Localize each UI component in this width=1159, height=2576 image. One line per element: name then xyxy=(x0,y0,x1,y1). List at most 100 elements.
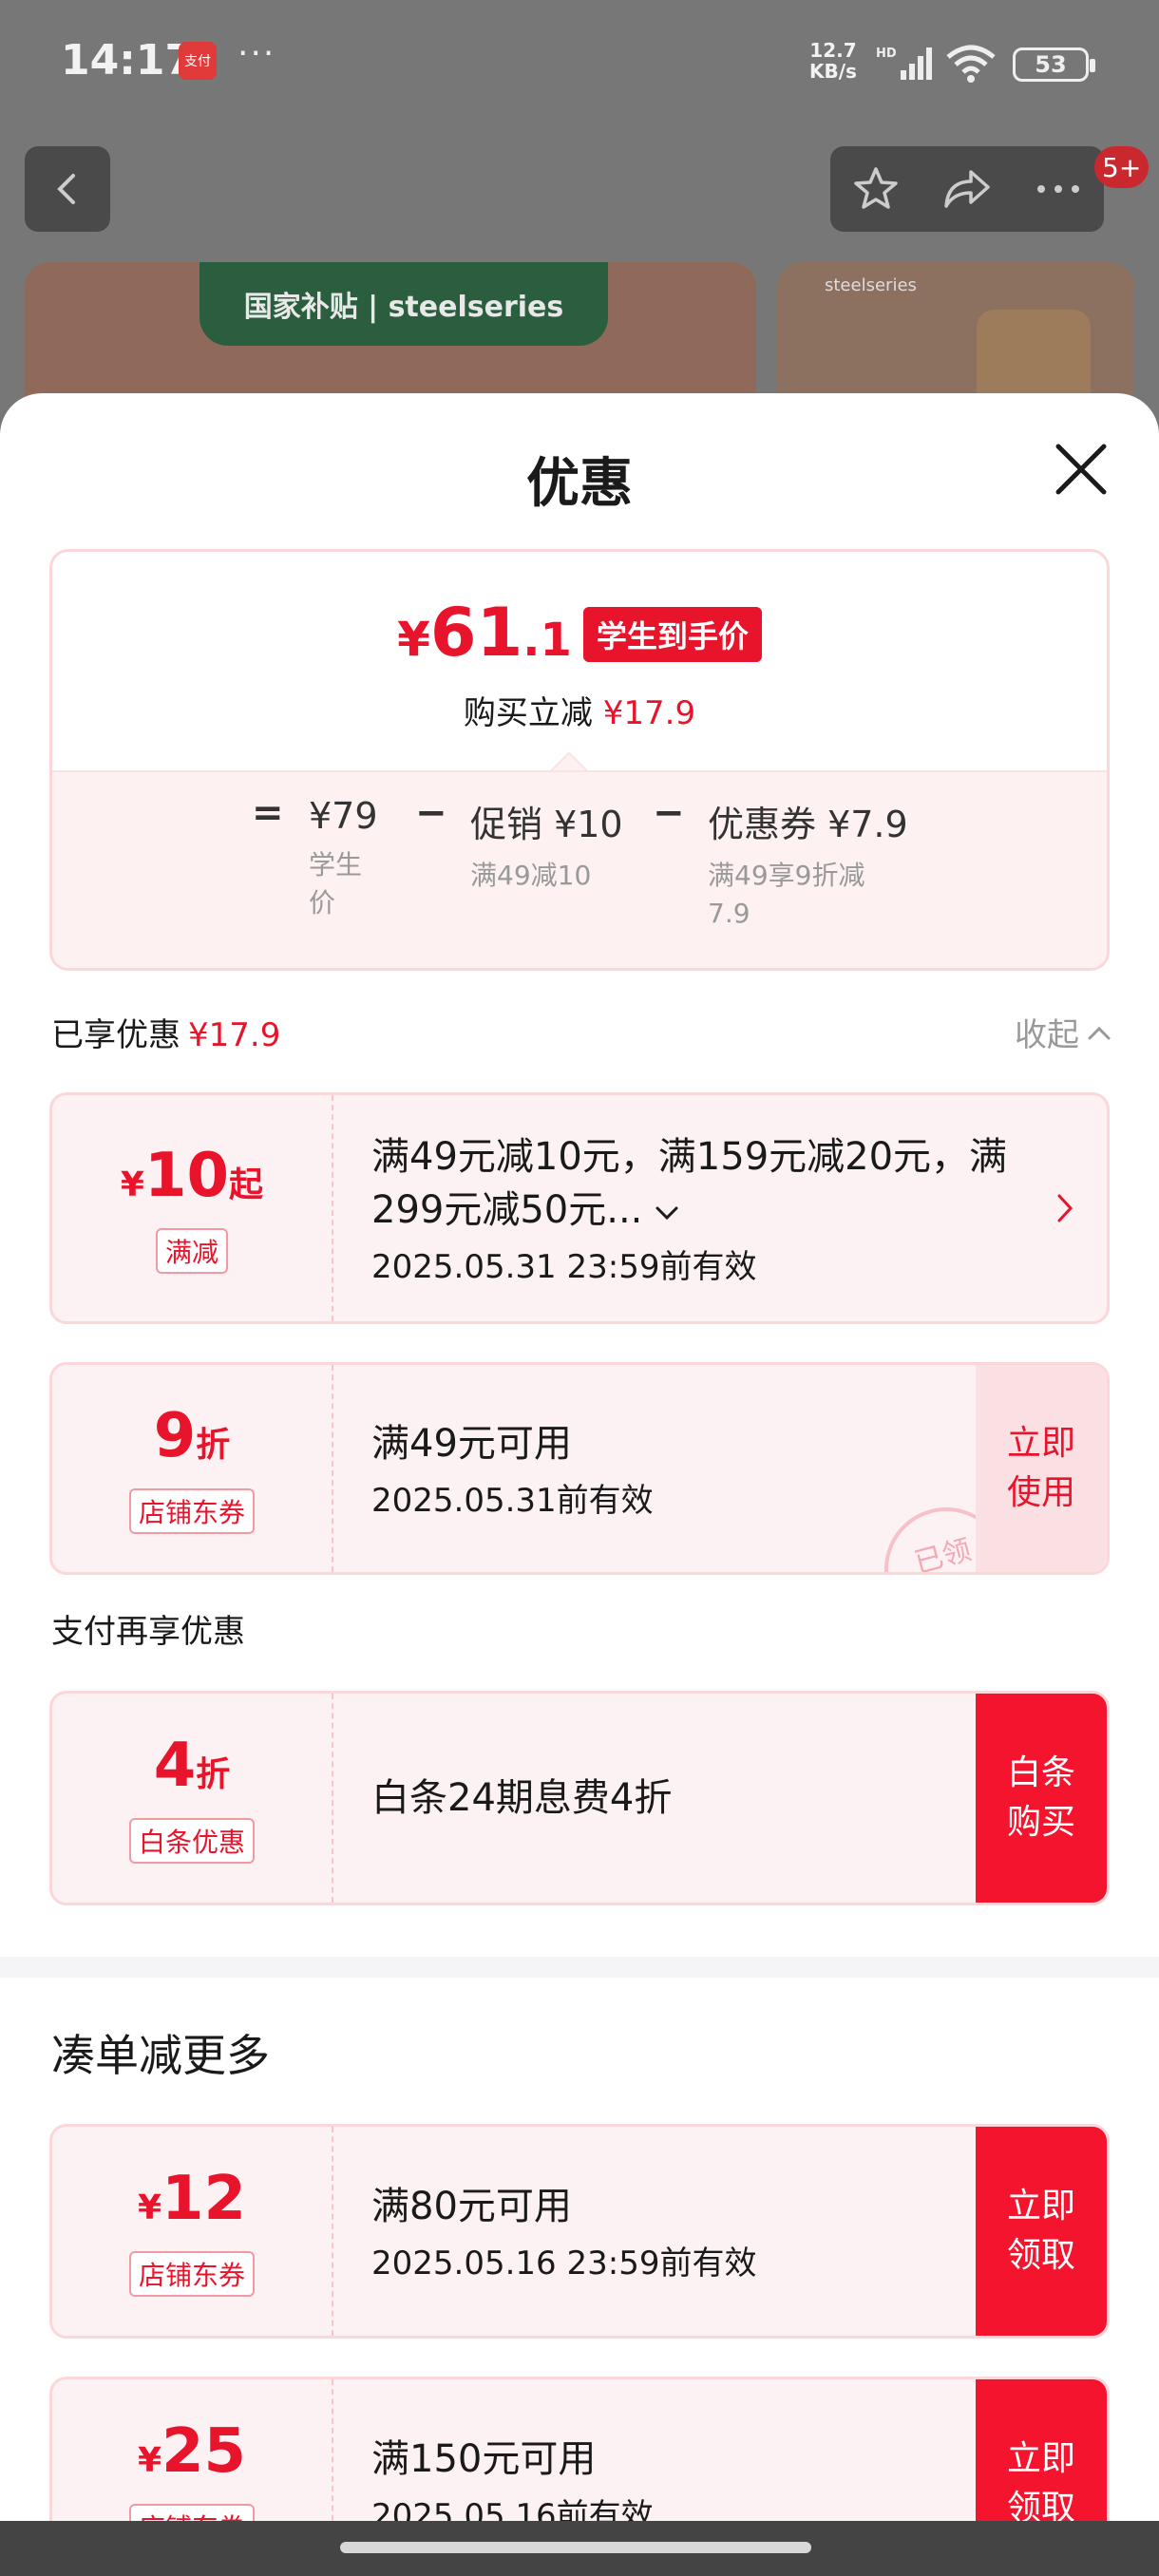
coupon-amount-suffix: 起 xyxy=(229,1165,264,1204)
coupon-type-tag: 满减 xyxy=(155,1228,228,1274)
coupon-amount-value: 9 xyxy=(153,1401,197,1471)
breakdown-main: ¥79 xyxy=(309,795,378,837)
claim-now-label: 立即领取 xyxy=(1006,2187,1075,2275)
coupon-amount: ¥10起 xyxy=(121,1143,263,1219)
status-bar: 14:17 支付 ··· 12.7 KB/s HD 53 xyxy=(0,0,1159,123)
favorite-button[interactable] xyxy=(830,146,922,232)
use-now-button[interactable]: 立即使用 xyxy=(976,1365,1107,1572)
use-now-label: 立即使用 xyxy=(1006,1424,1075,1512)
final-price-row: ¥61.1 学生到手价 xyxy=(52,599,1107,673)
breakdown-sub: 满49享9折减7.9 xyxy=(708,860,865,929)
claim-now-button[interactable]: 立即领取 xyxy=(976,2379,1107,2521)
enjoyed-discount-label: 已享优惠 ¥17.9 xyxy=(51,1009,1112,1055)
coupon-title: 满80元可用 xyxy=(371,2184,572,2228)
breakdown-main: 促销 ¥10 xyxy=(470,804,623,845)
minus-sign: − xyxy=(415,791,447,835)
wifi-icon xyxy=(946,45,996,83)
breakdown-promotion: 促销 ¥10 满49减10 xyxy=(470,795,660,895)
price-decimal: .1 xyxy=(522,614,572,667)
breakdown-main: 优惠券 ¥7.9 xyxy=(708,804,908,845)
currency-symbol: ¥ xyxy=(120,1165,144,1204)
instant-discount: 购买立减 ¥17.9 xyxy=(52,687,1107,733)
coupon-amount-value: 12 xyxy=(162,2164,247,2234)
chevron-up-icon xyxy=(1088,1026,1111,1039)
coupon-title: 白条24期息费4折 xyxy=(371,1776,673,1820)
collapse-button[interactable]: 收起 xyxy=(1015,1009,1112,1055)
coupon-expiry: 2025.05.31前有效 xyxy=(371,1481,654,1520)
brand-tag: steelseries xyxy=(825,275,917,295)
coupon-type-tag: 店铺东券 xyxy=(128,1488,255,1534)
breakdown-sub: 学生价 xyxy=(309,849,363,919)
network-speed: 12.7 KB/s xyxy=(809,40,857,82)
coupon-type-tag: 店铺东券 xyxy=(128,2251,255,2297)
coupon-amount-suffix: 折 xyxy=(196,1755,231,1794)
enjoyed-discount-header: 已享优惠 ¥17.9 收起 xyxy=(51,1009,1112,1056)
coupon-amount-area: 9折 店铺东券 xyxy=(52,1365,333,1572)
battery-icon: 53 xyxy=(1013,47,1095,82)
price-summary-card: ¥61.1 学生到手价 购买立减 ¥17.9 = ¥79 学生价 − 促销 ¥1… xyxy=(49,549,1110,971)
currency-symbol: ¥ xyxy=(397,612,430,667)
minus-sign: − xyxy=(653,791,685,835)
collapse-label: 收起 xyxy=(1015,1016,1079,1054)
coupon-amount: ¥12 xyxy=(138,2166,246,2242)
coupon-amount-area: 4折 白条优惠 xyxy=(52,1694,333,1903)
coupon-details: 满80元可用 2025.05.16 23:59前有效 xyxy=(371,2127,756,2336)
claim-now-label: 立即领取 xyxy=(1006,2439,1075,2521)
store-coupon-25: ¥25 店铺东券 满150元可用 2025.05.16前有效 立即领取 xyxy=(49,2377,1110,2521)
baitiao-coupon: 4折 白条优惠 白条24期息费4折 白条购买 xyxy=(49,1691,1110,1905)
chevron-left-icon xyxy=(57,174,75,204)
enjoyed-value: ¥17.9 xyxy=(188,1016,281,1054)
coupon-amount-area: ¥25 店铺东券 xyxy=(52,2379,333,2521)
coupon-title: 满150元可用 xyxy=(371,2436,597,2481)
baitiao-buy-button[interactable]: 白条购买 xyxy=(976,1694,1107,1903)
subsidy-tag: 国家补贴 | steelseries xyxy=(200,262,608,346)
coupon-details: 满49元可用 2025.05.31前有效 xyxy=(371,1365,654,1572)
coupon-amount-value: 4 xyxy=(153,1731,197,1801)
coupon-detail-arrow[interactable] xyxy=(1055,1095,1074,1321)
message-badge: 5+ xyxy=(1094,146,1150,188)
sheet-title: 优惠 xyxy=(526,453,633,515)
share-button[interactable] xyxy=(922,146,1013,232)
discount-sheet: 优惠 ¥61.1 学生到手价 购买立减 ¥17.9 = ¥79 学生价 − 促销 xyxy=(0,393,1159,2521)
home-indicator[interactable] xyxy=(340,2542,811,2553)
coupon-expiry: 2025.05.31 23:59前有效 xyxy=(371,1247,757,1286)
student-price-tag: 学生到手价 xyxy=(582,607,762,662)
star-icon xyxy=(854,167,898,209)
instant-discount-value: ¥17.9 xyxy=(602,694,696,732)
header-actions xyxy=(830,146,1104,232)
more-button[interactable] xyxy=(1013,146,1104,232)
coupon-details: 白条24期息费4折 xyxy=(371,1694,672,1903)
back-button[interactable] xyxy=(25,146,110,232)
section-divider xyxy=(0,1957,1159,1978)
status-time: 14:17 xyxy=(61,36,195,85)
network-speed-unit: KB/s xyxy=(809,60,857,83)
enjoyed-label-text: 已享优惠 xyxy=(51,1016,180,1054)
coupon-amount-value: 10 xyxy=(143,1141,230,1211)
chevron-right-icon xyxy=(1057,1194,1074,1222)
store-coupon-discount: 9折 店铺东券 满49元可用 2025.05.31前有效 已领 立即使用 xyxy=(49,1362,1110,1575)
payment-discount-label: 支付再享优惠 xyxy=(51,1613,245,1651)
close-button[interactable] xyxy=(1051,439,1112,500)
status-more-icon: ··· xyxy=(238,34,276,73)
price-breakdown: = ¥79 学生价 − 促销 ¥10 满49减10 − 优惠券 ¥7.9 满49… xyxy=(52,770,1107,968)
coupon-expiry: 2025.05.16前有效 xyxy=(371,2496,654,2522)
coupon-details: 满150元可用 2025.05.16前有效 xyxy=(371,2379,654,2522)
full-reduction-coupon[interactable]: ¥10起 满减 满49元减10元，满159元减20元，满299元减50元... … xyxy=(49,1092,1110,1324)
store-coupon-12: ¥12 店铺东券 满80元可用 2025.05.16 23:59前有效 立即领取 xyxy=(49,2124,1110,2339)
currency-symbol: ¥ xyxy=(137,2188,162,2227)
coupon-details: 满49元减10元，满159元减20元，满299元减50元... 2025.05.… xyxy=(371,1095,1027,1321)
equals-sign: = xyxy=(252,791,284,835)
coupon-title: 满49元减10元，满159元减20元，满299元减50元... xyxy=(371,1130,1027,1237)
coupon-amount: ¥25 xyxy=(138,2418,246,2494)
claim-now-button[interactable]: 立即领取 xyxy=(976,2127,1107,2336)
chevron-down-icon[interactable] xyxy=(655,1205,679,1222)
coupon-title: 满49元可用 xyxy=(371,1421,572,1466)
coupon-expiry: 2025.05.16 23:59前有效 xyxy=(371,2244,757,2282)
breakdown-sub: 满49减10 xyxy=(470,860,592,891)
coupon-amount: 9折 xyxy=(154,1403,231,1479)
coupon-amount-suffix: 折 xyxy=(196,1426,231,1465)
coupon-type-tag: 白条优惠 xyxy=(128,1818,255,1864)
more-icon xyxy=(1037,185,1079,193)
price-integer: 61 xyxy=(429,594,523,672)
signal-icon: HD xyxy=(876,47,932,80)
